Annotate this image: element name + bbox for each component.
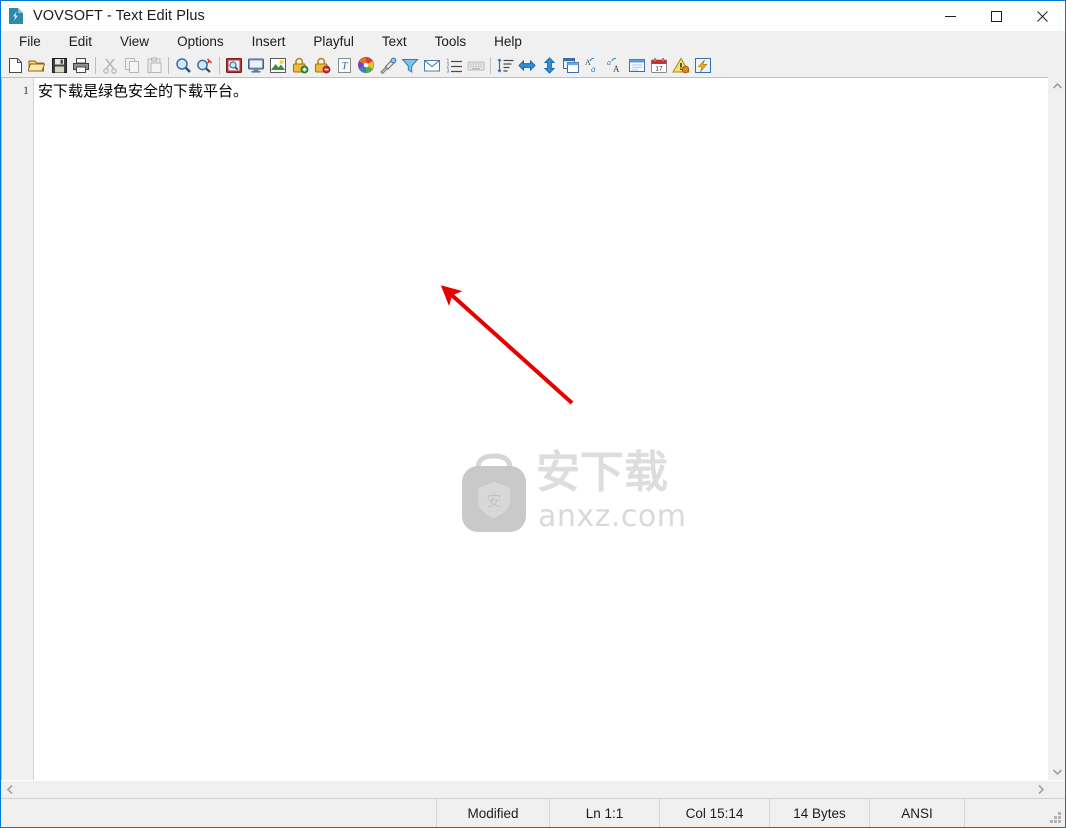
watermark-cn-text: 安下载 bbox=[536, 447, 668, 498]
status-bar: Modified Ln 1:1 Col 15:14 14 Bytes ANSI bbox=[1, 798, 1065, 827]
sort-lines-icon[interactable] bbox=[494, 54, 516, 76]
menu-text[interactable]: Text bbox=[368, 32, 421, 53]
document-lightning-icon bbox=[8, 7, 24, 25]
window-title: VOVSOFT - Text Edit Plus bbox=[33, 8, 205, 24]
watermark-domain-text: anxz.com bbox=[538, 499, 687, 534]
keyboard-icon[interactable] bbox=[465, 54, 487, 76]
svg-text:安: 安 bbox=[486, 492, 501, 510]
vertical-scrollbar[interactable] bbox=[1048, 77, 1065, 780]
scroll-left-button[interactable] bbox=[1, 781, 18, 798]
close-button[interactable] bbox=[1019, 1, 1065, 31]
svg-text:3: 3 bbox=[446, 68, 449, 74]
toolbar-separator bbox=[95, 56, 96, 74]
open-folder-icon[interactable] bbox=[26, 54, 48, 76]
status-modified: Modified bbox=[437, 799, 550, 827]
menu-view[interactable]: View bbox=[106, 32, 163, 53]
paste-icon[interactable] bbox=[143, 54, 165, 76]
toolbar-separator bbox=[490, 56, 491, 74]
menu-file[interactable]: File bbox=[5, 32, 55, 53]
copy-icon[interactable] bbox=[121, 54, 143, 76]
move-vertical-icon[interactable] bbox=[538, 54, 560, 76]
status-size: 14 Bytes bbox=[770, 799, 870, 827]
lock-add-icon[interactable] bbox=[289, 54, 311, 76]
menu-bar: File Edit View Options Insert Playful Te… bbox=[1, 31, 1065, 53]
mail-envelope-icon[interactable] bbox=[421, 54, 443, 76]
scroll-down-button[interactable] bbox=[1049, 763, 1065, 780]
uppercase-icon[interactable]: a A bbox=[604, 54, 626, 76]
editor-area: 1 安下载是绿色安全的下载平台。 安 安下载 anxz.com bbox=[1, 77, 1065, 780]
window-icon[interactable] bbox=[626, 54, 648, 76]
scrollbar-corner bbox=[1049, 781, 1065, 798]
lowercase-icon[interactable]: A a bbox=[582, 54, 604, 76]
menu-playful[interactable]: Playful bbox=[299, 32, 368, 53]
toolbar-separator bbox=[219, 56, 220, 74]
status-col: Col 15:14 bbox=[660, 799, 770, 827]
numbered-list-icon[interactable]: 1 2 3 bbox=[443, 54, 465, 76]
find-magnifier-icon[interactable] bbox=[172, 54, 194, 76]
annotation-arrow-icon bbox=[440, 285, 574, 405]
save-disk-icon[interactable] bbox=[48, 54, 70, 76]
window-controls bbox=[927, 1, 1065, 31]
text-surface[interactable]: 安下载是绿色安全的下载平台。 安 安下载 anxz.com bbox=[34, 78, 1048, 780]
book-search-icon[interactable] bbox=[223, 54, 245, 76]
svg-text:A: A bbox=[613, 64, 620, 74]
monitor-icon[interactable] bbox=[245, 54, 267, 76]
filter-funnel-icon[interactable] bbox=[399, 54, 421, 76]
status-line: Ln 1:1 bbox=[550, 799, 660, 827]
toolbar-separator bbox=[168, 56, 169, 74]
line-number: 1 bbox=[23, 83, 29, 97]
warning-icon[interactable] bbox=[670, 54, 692, 76]
title-bar: VOVSOFT - Text Edit Plus bbox=[1, 1, 1065, 31]
svg-text:17: 17 bbox=[655, 65, 663, 72]
minimize-button[interactable] bbox=[927, 1, 973, 31]
horizontal-scroll-track[interactable] bbox=[18, 781, 1032, 798]
toolbar: T 1 2 3 A a a A 17 bbox=[1, 53, 1065, 77]
image-icon[interactable] bbox=[267, 54, 289, 76]
vertical-scroll-track[interactable] bbox=[1049, 94, 1065, 763]
menu-edit[interactable]: Edit bbox=[55, 32, 106, 53]
document-line: 安下载是绿色安全的下载平台。 bbox=[38, 82, 249, 100]
print-icon[interactable] bbox=[70, 54, 92, 76]
svg-text:a: a bbox=[591, 64, 596, 74]
svg-text:T: T bbox=[341, 60, 348, 72]
text-editor[interactable]: 1 安下载是绿色安全的下载平台。 安 安下载 anxz.com bbox=[1, 77, 1048, 780]
replace-magnifier-icon[interactable] bbox=[194, 54, 216, 76]
pipette-icon[interactable] bbox=[377, 54, 399, 76]
status-spacer bbox=[1, 799, 437, 827]
lock-remove-icon[interactable] bbox=[311, 54, 333, 76]
swap-horizontal-icon[interactable] bbox=[516, 54, 538, 76]
scroll-right-button[interactable] bbox=[1032, 781, 1049, 798]
menu-options[interactable]: Options bbox=[163, 32, 238, 53]
menu-tools[interactable]: Tools bbox=[421, 32, 481, 53]
application-window: VOVSOFT - Text Edit Plus File Edit View … bbox=[0, 0, 1066, 828]
cut-scissors-icon[interactable] bbox=[99, 54, 121, 76]
new-document-icon[interactable] bbox=[4, 54, 26, 76]
menu-insert[interactable]: Insert bbox=[238, 32, 300, 53]
watermark-logo: 安 安下载 anxz.com bbox=[454, 446, 686, 536]
text-format-icon[interactable]: T bbox=[333, 54, 355, 76]
calendar-icon[interactable]: 17 bbox=[648, 54, 670, 76]
resize-grip[interactable] bbox=[1049, 812, 1062, 825]
svg-text:a: a bbox=[607, 58, 611, 67]
maximize-button[interactable] bbox=[973, 1, 1019, 31]
status-encoding: ANSI bbox=[870, 799, 965, 827]
lightning-icon[interactable] bbox=[692, 54, 714, 76]
menu-help[interactable]: Help bbox=[480, 32, 536, 53]
scroll-up-button[interactable] bbox=[1049, 77, 1065, 94]
duplicate-window-icon[interactable] bbox=[560, 54, 582, 76]
horizontal-scrollbar[interactable] bbox=[1, 780, 1065, 798]
color-wheel-icon[interactable] bbox=[355, 54, 377, 76]
line-number-gutter: 1 bbox=[2, 78, 34, 780]
